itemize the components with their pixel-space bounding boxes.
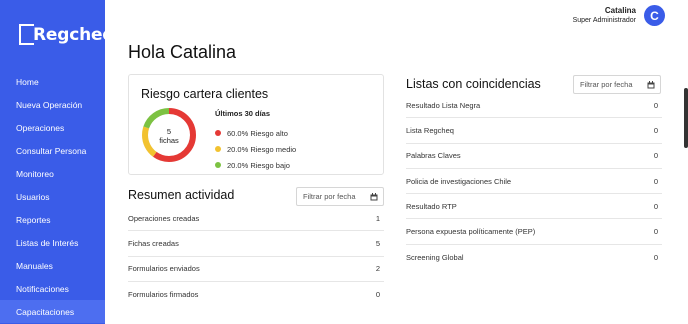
row-value: 0: [653, 201, 658, 211]
yellow-dot-icon: [215, 146, 221, 152]
sidebar-item-home[interactable]: Home: [0, 70, 105, 93]
avatar[interactable]: C: [644, 5, 665, 26]
sidebar-item-label: Monitoreo: [16, 168, 54, 179]
calendar-icon: [647, 81, 655, 89]
row-label: Resultado RTP: [406, 201, 457, 211]
list-item: Resultado RTP 0: [406, 194, 662, 220]
row-value: 0: [653, 252, 658, 262]
row-label: Policia de investigaciones Chile: [406, 176, 512, 186]
row-value: 0: [653, 100, 658, 110]
scrollbar[interactable]: [684, 88, 688, 148]
list-item: Resultado Lista Negra 0: [406, 93, 662, 119]
logo-text: Regcheq: [33, 24, 115, 45]
row-value: 0: [653, 176, 658, 186]
list-item: Palabras Claves 0: [406, 144, 662, 169]
sidebar-item-nueva-operacion[interactable]: Nueva Operación: [0, 93, 105, 116]
list-item: Policia de investigaciones Chile 0: [406, 169, 662, 195]
risk-card-title: Riesgo cartera clientes: [141, 87, 269, 101]
lists-date-filter[interactable]: Filtrar por fecha: [573, 75, 661, 94]
row-label: Formularios enviados: [128, 264, 200, 274]
row-label: Operaciones creadas: [128, 213, 200, 223]
sidebar-nav: Home Nueva Operación Operaciones Consult…: [0, 70, 105, 323]
activity-list: Operaciones creadas 1 Fichas creadas 5 For…: [128, 206, 384, 307]
green-dot-icon: [215, 162, 221, 168]
legend-label: 20.0% Riesgo medio: [227, 144, 297, 154]
user-info[interactable]: Catalina Super Administrador: [573, 6, 636, 24]
list-item: Fichas creadas 5: [128, 231, 384, 257]
list-item: Persona expuesta políticamente (PEP) 0: [406, 219, 662, 245]
sidebar-item-label: Home: [16, 76, 39, 87]
page-title: Hola Catalina: [128, 42, 237, 62]
row-label: Palabras Claves: [406, 151, 461, 161]
row-value: 0: [653, 151, 658, 161]
row-label: Persona expuesta políticamente (PEP): [406, 227, 536, 237]
calendar-icon: [370, 193, 378, 201]
list-item: Formularios firmados 0: [128, 282, 384, 307]
row-label: Screening Global: [406, 252, 464, 262]
row-label: Fichas creadas: [128, 238, 179, 248]
legend-label: 20.0% Riesgo bajo: [227, 160, 290, 170]
sidebar-item-label: Listas de Interés: [16, 237, 79, 248]
sidebar: Regcheq Home Nueva Operación Operaciones…: [0, 0, 114, 324]
sidebar-item-label: Notificaciones: [16, 283, 69, 294]
sidebar-item-monitoreo[interactable]: Monitoreo: [0, 162, 105, 185]
legend-item-bajo: 20.0% Riesgo bajo: [215, 157, 296, 173]
risk-legend: Últimos 30 días 60.0% Riesgo alto 20.0% …: [215, 109, 296, 173]
sidebar-item-label: Capacitaciones: [16, 306, 75, 317]
sidebar-item-label: Operaciones: [16, 122, 65, 133]
row-label: Formularios firmados: [128, 290, 199, 300]
logo-frame: [19, 24, 34, 45]
activity-date-filter[interactable]: Filtrar por fecha: [296, 187, 384, 206]
sidebar-item-notificaciones[interactable]: Notificaciones: [0, 277, 105, 300]
sidebar-item-manuales[interactable]: Manuales: [0, 254, 105, 277]
filter-placeholder: Filtrar por fecha: [303, 192, 356, 201]
sidebar-item-label: Manuales: [16, 260, 53, 271]
sidebar-item-label: Usuarios: [16, 191, 50, 202]
red-dot-icon: [215, 130, 221, 136]
row-label: Resultado Lista Negra: [406, 100, 481, 110]
row-label: Lista Regcheq: [406, 125, 454, 135]
sidebar-item-label: Consultar Persona: [16, 145, 87, 156]
risk-card: Riesgo cartera clientes 5 fichas Últimos…: [128, 74, 384, 175]
sidebar-item-usuarios[interactable]: Usuarios: [0, 185, 105, 208]
legend-item-alto: 60.0% Riesgo alto: [215, 125, 296, 141]
risk-period: Últimos 30 días: [215, 109, 271, 118]
donut-count: 5: [166, 127, 172, 136]
filter-placeholder: Filtrar por fecha: [580, 80, 633, 89]
lists-list: Resultado Lista Negra 0 Lista Regcheq 0 Pa…: [406, 93, 662, 270]
row-value: 5: [375, 238, 380, 248]
list-item: Operaciones creadas 1: [128, 206, 384, 232]
row-value: 0: [375, 290, 380, 300]
sidebar-item-operaciones[interactable]: Operaciones: [0, 116, 105, 139]
user-role: Super Administrador: [572, 17, 636, 24]
sidebar-item-capacitaciones[interactable]: Capacitaciones: [0, 300, 105, 323]
row-value: 1: [375, 213, 380, 223]
row-value: 0: [653, 125, 658, 135]
list-item: Screening Global 0: [406, 245, 662, 270]
sidebar-item-label: Reportes: [16, 214, 51, 225]
sidebar-item-label: Nueva Operación: [16, 99, 83, 110]
list-item: Lista Regcheq 0: [406, 118, 662, 144]
sidebar-item-consultar-persona[interactable]: Consultar Persona: [0, 139, 105, 162]
sidebar-item-listas-de-interes[interactable]: Listas de Interés: [0, 231, 105, 254]
donut-center-label: 5 fichas: [140, 127, 198, 145]
row-value: 0: [653, 227, 658, 237]
regcheq-logo[interactable]: Regcheq: [19, 24, 114, 45]
donut-unit: fichas: [159, 136, 179, 145]
legend-label: 60.0% Riesgo alto: [227, 128, 288, 138]
activity-title: Resumen actividad: [128, 188, 235, 202]
sidebar-item-reportes[interactable]: Reportes: [0, 208, 105, 231]
user-name: Catalina: [604, 6, 636, 15]
lists-title: Listas con coincidencias: [406, 77, 541, 91]
list-item: Formularios enviados 2: [128, 257, 384, 282]
row-value: 2: [375, 264, 380, 274]
legend-item-medio: 20.0% Riesgo medio: [215, 141, 296, 157]
